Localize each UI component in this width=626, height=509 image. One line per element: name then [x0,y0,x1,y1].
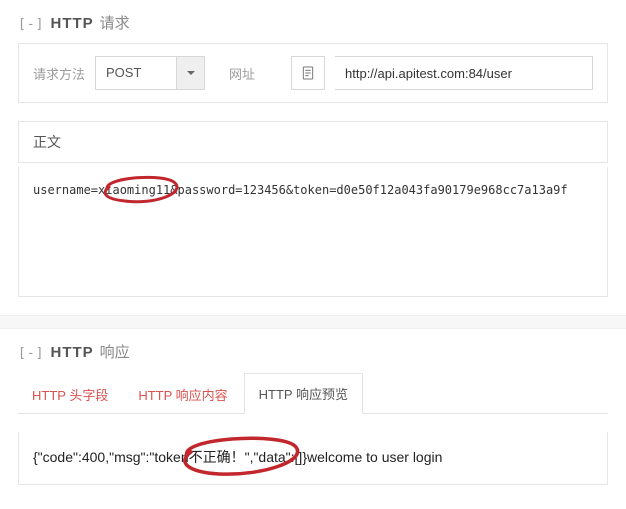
request-title-http: HTTP [50,15,93,32]
tab-http-headers[interactable]: HTTP 头字段 [18,375,122,414]
request-section-header: [-] HTTP 请求 [0,0,626,43]
response-preview: {"code":400,"msg":"token不正确！","data":[]}… [18,432,608,485]
collapse-toggle[interactable]: [-] [18,346,44,361]
chevron-down-icon [186,68,196,78]
request-form-panel: 请求方法 POST 网址 [18,43,608,103]
response-title-http: HTTP [50,344,93,361]
collapse-toggle[interactable]: [-] [18,17,44,32]
request-title-suffix: 请求 [100,12,130,33]
body-textarea[interactable]: username=xiaoming11&password=123456&toke… [18,167,608,297]
response-preview-text: {"code":400,"msg":"token不正确！","data":[]}… [33,449,442,465]
response-section-header: [-] HTTP 响应 [0,329,626,372]
section-separator [0,315,626,329]
method-label: 请求方法 [33,64,85,83]
body-label: 正文 [18,121,608,163]
method-select-value: POST [96,57,176,89]
response-tabs: HTTP 头字段 HTTP 响应内容 HTTP 响应预览 [18,372,608,413]
url-input[interactable] [335,56,593,90]
document-icon [291,56,325,90]
method-select-toggle[interactable] [176,57,204,89]
response-title-suffix: 响应 [100,341,130,362]
tab-http-preview[interactable]: HTTP 响应预览 [244,373,363,414]
url-label: 网址 [229,64,281,83]
tab-http-content[interactable]: HTTP 响应内容 [124,375,241,414]
body-content: username=xiaoming11&password=123456&toke… [33,181,593,200]
method-select[interactable]: POST [95,56,205,90]
